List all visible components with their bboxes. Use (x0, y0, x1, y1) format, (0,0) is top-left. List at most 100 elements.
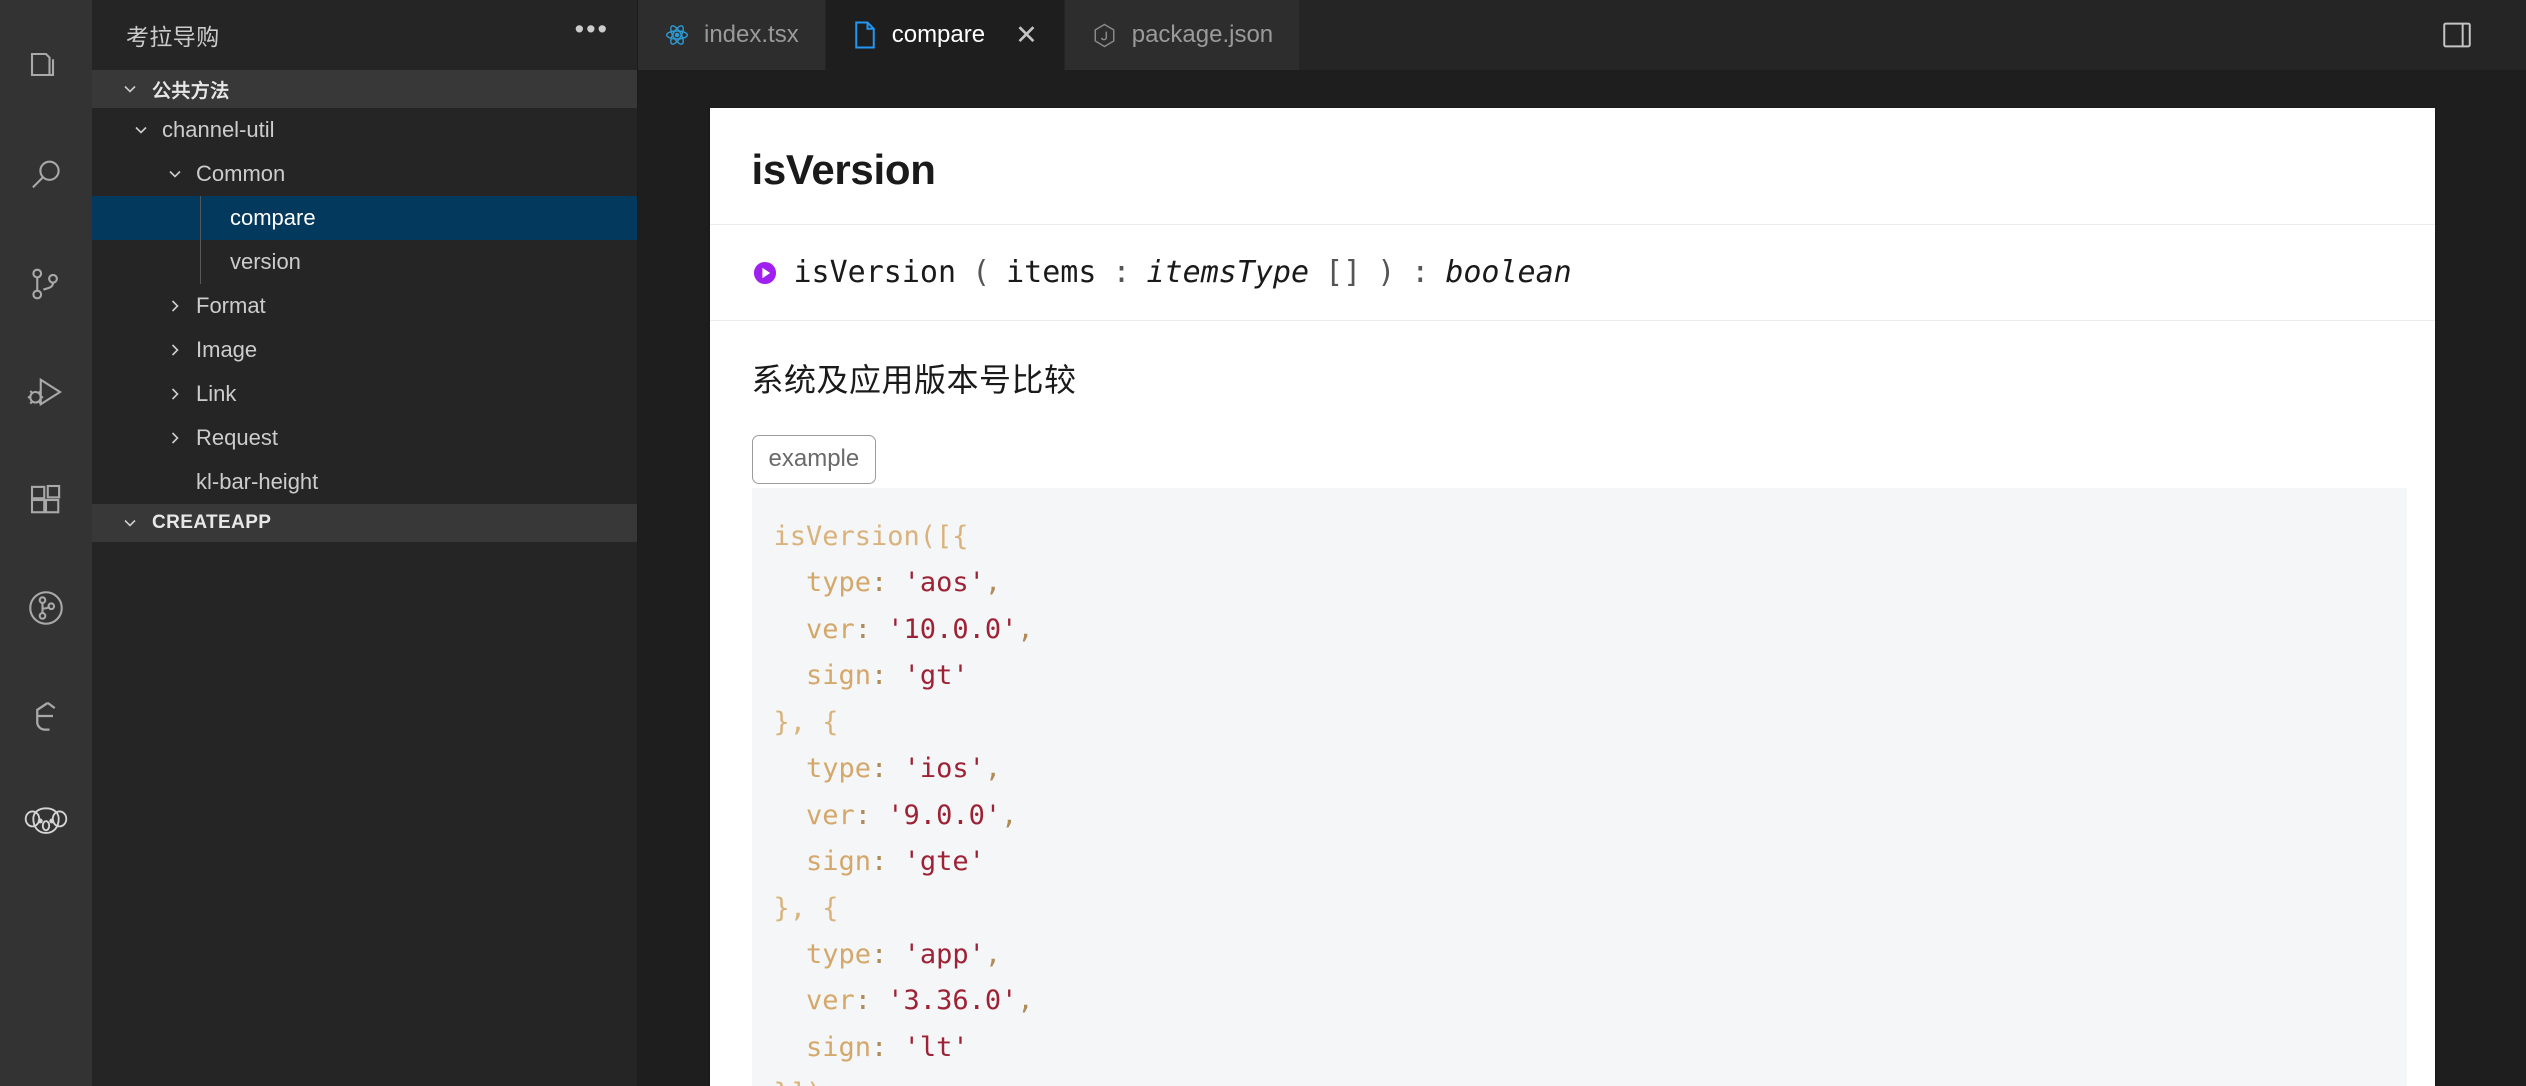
code-line: type: 'aos', (774, 560, 2407, 606)
code-token: sign (773, 660, 872, 692)
signature-return-colon: : (1411, 255, 1430, 290)
tab-package-json[interactable]: package.json (1064, 0, 1301, 70)
code-token: : (871, 938, 904, 970)
tree-item-label: compare (230, 205, 316, 230)
code-token: type (773, 938, 872, 970)
code-token: ver (773, 799, 855, 831)
code-token: ver (773, 985, 855, 1017)
function-signature: isVersion (items: itemsType []): boolean (709, 225, 2435, 321)
tree-indent-guide (200, 196, 201, 240)
code-token: : (854, 799, 888, 831)
tree-item-format[interactable]: Format (92, 284, 637, 328)
explorer-icon[interactable] (0, 14, 92, 122)
code-token: : (871, 567, 904, 599)
chevron-right-icon[interactable] (160, 340, 190, 360)
run-and-debug-icon[interactable] (0, 338, 92, 446)
tree-item-version[interactable]: version (92, 240, 637, 284)
signature-name: isVersion (793, 255, 957, 290)
example-badge[interactable]: example (751, 435, 877, 484)
code-token: , (984, 567, 1002, 599)
tree-item-label: Common (196, 161, 286, 186)
file-tree: channel-util Common compare version Format Im… (92, 108, 637, 504)
code-token: : (871, 660, 904, 692)
sidebar-title-label: 考拉导购 (126, 24, 220, 50)
code-example-block: isVersion([{ type: 'aos', ver: '10.0.0',… (751, 488, 2407, 1086)
tab-label: package.json (1131, 21, 1274, 48)
tab-compare[interactable]: compare ✕ (825, 0, 1065, 70)
code-line: }]) (774, 1071, 2407, 1086)
koala-icon[interactable] (0, 770, 92, 878)
tree-item-label: kl-bar-height (196, 469, 319, 494)
chevron-down-icon[interactable] (160, 164, 190, 184)
tab-index-tsx[interactable]: index.tsx (638, 0, 826, 70)
tree-item-label: Image (196, 337, 258, 362)
code-line: ver: '3.36.0', (774, 978, 2407, 1024)
code-token: : (871, 846, 904, 878)
sidebar-section-label: 公共方法 (152, 80, 230, 102)
code-token: 'aos' (903, 567, 985, 599)
code-token: type (773, 753, 872, 785)
tab-label: index.tsx (704, 21, 799, 48)
chevron-right-icon[interactable] (160, 384, 190, 404)
tree-item-kl-bar-height[interactable]: kl-bar-height (92, 460, 637, 504)
code-line: ver: '9.0.0', (774, 793, 2407, 839)
activity-bar (0, 0, 92, 1086)
chevron-down-icon (120, 513, 140, 533)
code-token: : (854, 985, 888, 1017)
split-editor-icon[interactable] (2414, 18, 2500, 52)
tab-bar: index.tsx compare ✕ package.json (638, 0, 2526, 70)
search-icon[interactable] (0, 122, 92, 230)
code-line: }, { (774, 886, 2407, 932)
code-token: 'gte' (903, 846, 985, 878)
code-token: , (1001, 799, 1018, 831)
signature-open-paren: ( (972, 255, 991, 290)
tree-item-common[interactable]: Common (92, 152, 637, 196)
code-token: 'gt' (903, 660, 969, 692)
tree-item-label: version (230, 249, 301, 274)
tree-item-compare[interactable]: compare (92, 196, 637, 240)
code-token: type (773, 567, 872, 599)
signature-array-brackets: [] (1325, 255, 1362, 290)
tree-item-channel-util[interactable]: channel-util (92, 108, 637, 152)
react-icon (664, 22, 690, 48)
tree-item-link[interactable]: Link (92, 372, 637, 416)
code-token: 'lt' (903, 1031, 969, 1063)
sidebar-empty-area (92, 542, 637, 1086)
sidebar-section-public-methods[interactable]: 公共方法 (92, 70, 637, 108)
code-token: '10.0.0' (887, 613, 1018, 645)
code-line: type: 'app', (774, 932, 2407, 978)
editor-content: isVersion isVersion (items: itemsType []):… (638, 70, 2526, 1086)
code-line: sign: 'gt' (774, 653, 2407, 699)
code-token: , (984, 938, 1002, 970)
git-graph-icon[interactable] (0, 554, 92, 662)
chevron-down-icon (120, 79, 140, 99)
code-token: : (854, 613, 888, 645)
code-token: }]) (774, 1078, 823, 1086)
tab-close-icon[interactable]: ✕ (1015, 21, 1038, 49)
editor-area: index.tsx compare ✕ package.json isVersion … (638, 0, 2526, 1086)
more-actions-icon[interactable]: ••• (575, 16, 609, 46)
code-token: , (1017, 613, 1034, 645)
tree-item-label: Request (196, 425, 278, 450)
code-line: }, { (774, 700, 2407, 746)
signature-param-colon: : (1112, 255, 1131, 290)
chevron-right-icon[interactable] (160, 296, 190, 316)
tree-item-label: Format (196, 293, 266, 318)
doc-body: 系统及应用版本号比较 example isVersion([{ type: 'a… (710, 321, 2435, 1086)
code-token: }, { (773, 892, 839, 924)
chevron-down-icon[interactable] (126, 120, 156, 140)
page-title: isVersion (709, 108, 2435, 225)
sidebar-section-createapp[interactable]: CREATEAPP (92, 504, 637, 542)
signature-close-paren: ) (1377, 255, 1396, 290)
chevron-right-icon[interactable] (160, 428, 190, 448)
extensions-icon[interactable] (0, 446, 92, 554)
code-token: '9.0.0' (887, 799, 1002, 831)
tree-item-image[interactable]: Image (92, 328, 637, 372)
signature-param-type: itemsType (1146, 255, 1310, 290)
gitlens-icon[interactable] (0, 662, 92, 770)
sidebar: 考拉导购 ••• 公共方法 channel-util Common compare v… (92, 0, 638, 1086)
code-token: '3.36.0' (887, 985, 1018, 1017)
code-line: isVersion([{ (774, 514, 2407, 560)
tree-item-request[interactable]: Request (92, 416, 637, 460)
source-control-icon[interactable] (0, 230, 92, 338)
